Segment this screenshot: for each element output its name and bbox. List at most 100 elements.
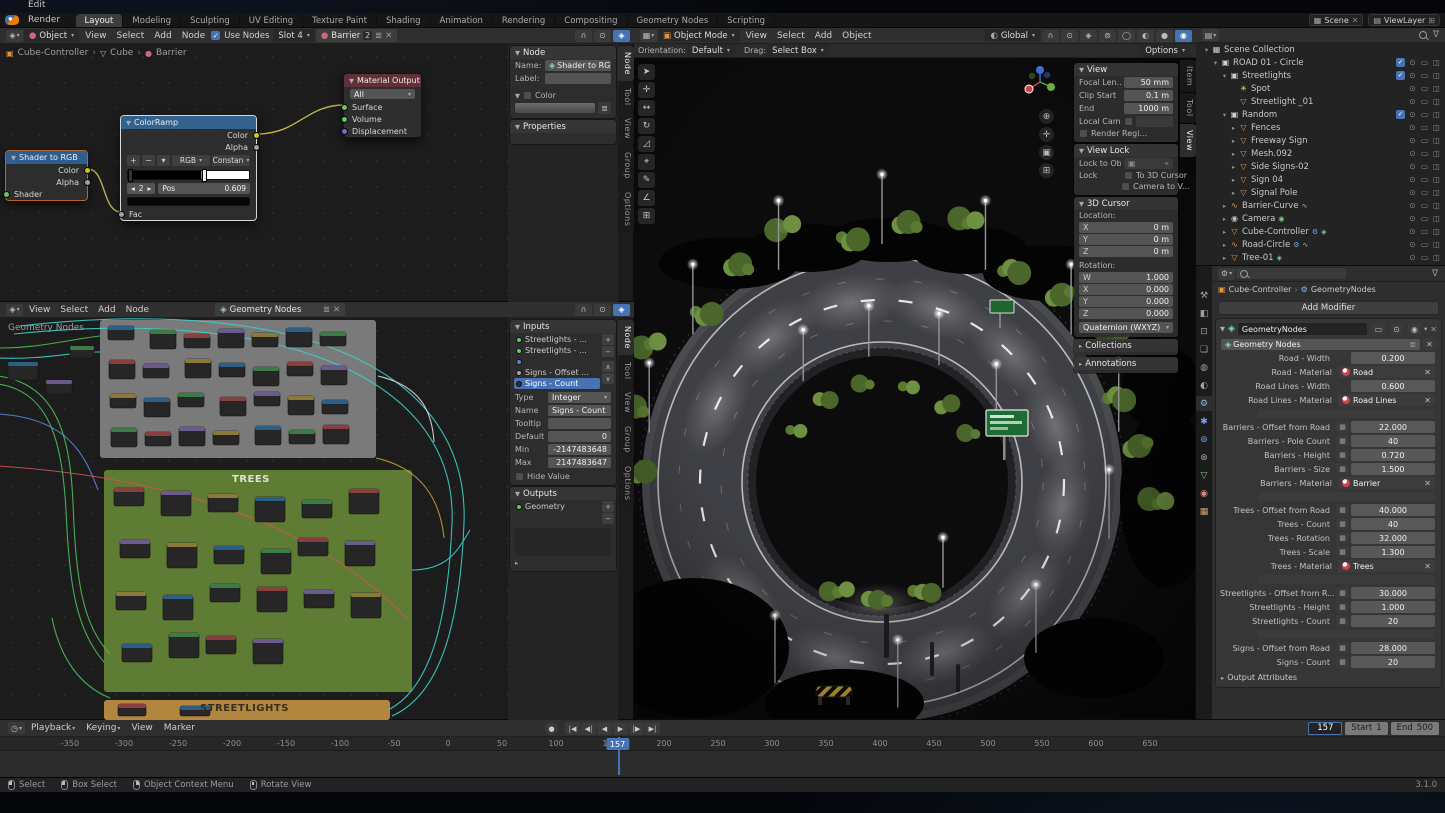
hide-eye-icon[interactable]: ⊙ xyxy=(1407,123,1418,132)
expander-icon[interactable]: ▸ xyxy=(1220,228,1229,236)
outliner-row[interactable]: ▾ ▣ Random ✓ ⊙ ▭ ◫ xyxy=(1196,108,1445,121)
socket-fac[interactable] xyxy=(118,211,125,218)
cursor-location-field[interactable]: Z0 m xyxy=(1079,246,1173,257)
lock-3d-cursor-checkbox[interactable] xyxy=(1124,171,1133,180)
input-attribute-toggle[interactable]: ▦ xyxy=(1336,532,1349,544)
properties-tab[interactable]: ❏ xyxy=(1196,342,1212,357)
hide-viewport-icon[interactable]: ▭ xyxy=(1419,240,1430,249)
value-slider[interactable]: 30.000 xyxy=(1351,587,1435,599)
next-keyframe-button[interactable]: |▶ xyxy=(629,722,644,735)
properties-search-field[interactable] xyxy=(1236,268,1346,279)
socket-color[interactable] xyxy=(253,132,260,139)
shading-solid-icon[interactable]: ◐ xyxy=(1137,30,1154,42)
workspace-tab[interactable]: Compositing xyxy=(555,14,627,28)
node-colorramp[interactable]: ▼ColorRamp Color Alpha + − ▾ RGB▾ Consta… xyxy=(120,115,257,221)
node-material-output[interactable]: ▼Material Output All▾ Surface Volume Dis… xyxy=(343,73,422,138)
move-input-up-button[interactable]: ∧ xyxy=(602,361,614,372)
input-name-field[interactable]: Signs - Count xyxy=(548,405,611,416)
edit-mode-toggle[interactable]: ▭ xyxy=(1372,323,1385,335)
workspace-tab[interactable]: Animation xyxy=(431,14,493,28)
realtime-toggle[interactable]: ⊙ xyxy=(1390,323,1403,335)
hide-eye-icon[interactable]: ⊙ xyxy=(1407,162,1418,171)
editor-type-icon[interactable]: ◷▾ xyxy=(8,722,25,734)
tool-button[interactable]: ↔ xyxy=(638,100,655,116)
marker-menu[interactable]: Marker xyxy=(159,723,200,733)
add-input-button[interactable]: + xyxy=(602,334,614,345)
hide-viewport-icon[interactable]: ▭ xyxy=(1419,84,1430,93)
hide-render-icon[interactable]: ◫ xyxy=(1431,201,1442,210)
hide-viewport-icon[interactable]: ▭ xyxy=(1419,110,1430,119)
tool-button[interactable]: ∠ xyxy=(638,190,655,206)
collection-checkbox[interactable]: ✓ xyxy=(1396,58,1405,67)
rotation-order-dropdown[interactable]: Quaternion (WXYZ)▾ xyxy=(1079,322,1173,333)
hide-viewport-icon[interactable]: ▭ xyxy=(1419,71,1430,80)
editor-type-icon[interactable]: ◈▾ xyxy=(6,304,23,316)
hide-viewport-icon[interactable]: ▭ xyxy=(1419,123,1430,132)
scene-selector[interactable]: ▦Scene✕ xyxy=(1309,14,1364,26)
transform-orientation-dropdown[interactable]: ◐Global▾ xyxy=(985,29,1040,42)
value-slider[interactable]: 20 xyxy=(1351,615,1435,627)
expander-icon[interactable]: ▸ xyxy=(1220,241,1229,249)
hide-eye-icon[interactable]: ⊙ xyxy=(1407,149,1418,158)
blender-logo-icon[interactable] xyxy=(5,15,19,25)
unlink-icon[interactable]: ✕ xyxy=(1424,368,1431,377)
hide-render-icon[interactable]: ◫ xyxy=(1431,84,1442,93)
filter-icon[interactable]: ∇ xyxy=(1432,269,1441,279)
render-toggle[interactable]: ◉ xyxy=(1408,323,1421,335)
sidebar-tab[interactable]: Item xyxy=(1180,60,1196,92)
value-slider[interactable]: 40 xyxy=(1351,518,1435,530)
lock-object-field[interactable]: ▣⌖ xyxy=(1124,158,1173,169)
expander-icon[interactable]: ▸ xyxy=(1229,176,1238,184)
expander-icon[interactable]: ▾ xyxy=(1202,46,1211,54)
shader-menu[interactable]: View xyxy=(80,31,111,41)
overlay-icon[interactable]: ⊙ xyxy=(594,304,611,316)
outliner-row[interactable]: ☀ Spot ✓ ⊙ ▭ ◫ xyxy=(1196,82,1445,95)
input-attribute-toggle[interactable]: ▦ xyxy=(1336,601,1349,613)
value-slider[interactable]: 1.500 xyxy=(1351,463,1435,475)
value-slider[interactable]: 1.000 xyxy=(1351,601,1435,613)
outliner-row[interactable]: ▸ ◉ Camera ◉ ✓ ⊙ ▭ ◫ xyxy=(1196,212,1445,225)
input-attribute-toggle[interactable]: ▦ xyxy=(1336,463,1349,475)
value-slider[interactable]: 0.720 xyxy=(1351,449,1435,461)
hide-render-icon[interactable]: ◫ xyxy=(1431,110,1442,119)
value-slider[interactable]: 28.000 xyxy=(1351,642,1435,654)
editor-type-icon[interactable]: ⚙▾ xyxy=(1218,268,1235,280)
hide-eye-icon[interactable]: ⊙ xyxy=(1407,227,1418,236)
ramp-handle[interactable] xyxy=(128,169,133,182)
geo-menu[interactable]: View xyxy=(24,305,55,315)
value-field[interactable]: 50 mm xyxy=(1124,77,1173,88)
hide-eye-icon[interactable]: ⊙ xyxy=(1407,253,1418,262)
input-socket-row[interactable]: Signs - Count xyxy=(514,378,600,389)
hide-viewport-icon[interactable]: ▭ xyxy=(1419,175,1430,184)
material-selector[interactable]: Barrier ✕ xyxy=(1338,477,1435,489)
overlay-icon[interactable]: ⊙ xyxy=(594,30,611,42)
perspective-toggle-icon[interactable]: ⊞ xyxy=(1039,163,1054,178)
outliner-row[interactable]: ▸ ▽ Side Signs-02 ✓ ⊙ ▭ ◫ xyxy=(1196,160,1445,173)
value-slider[interactable]: 40.000 xyxy=(1351,504,1435,516)
socket-displacement[interactable] xyxy=(341,128,348,135)
tool-button[interactable]: ✎ xyxy=(638,172,655,188)
properties-tab[interactable]: ▦ xyxy=(1196,504,1212,519)
expander-icon[interactable]: ▸ xyxy=(1229,150,1238,158)
input-min-field[interactable]: -2147483648 xyxy=(548,444,611,455)
sidebar-tab[interactable]: Node xyxy=(618,46,634,81)
current-frame-indicator[interactable]: 157 xyxy=(606,738,629,750)
input-socket-row[interactable]: Signs - Offset ... xyxy=(514,367,600,378)
slot-dropdown[interactable]: Slot 4▾ xyxy=(273,29,314,42)
input-tooltip-field[interactable] xyxy=(548,418,611,429)
hide-eye-icon[interactable]: ⊙ xyxy=(1407,201,1418,210)
snap-magnet-icon[interactable]: ∩ xyxy=(575,304,592,316)
value-slider[interactable]: 20 xyxy=(1351,656,1435,668)
unlink-icon[interactable]: ✕ xyxy=(1424,562,1431,571)
view-lock-panel-header[interactable]: ▼View Lock xyxy=(1074,144,1178,157)
input-type-dropdown[interactable]: Integer▾ xyxy=(548,392,611,403)
unlink-icon[interactable]: ✕ xyxy=(1424,479,1431,488)
sidebar-tab[interactable]: Node xyxy=(618,320,634,355)
mode-dropdown[interactable]: ▣Object Mode▾ xyxy=(658,29,740,42)
modifier-extras-icon[interactable]: ▾ xyxy=(1424,325,1427,333)
hide-viewport-icon[interactable]: ▭ xyxy=(1419,253,1430,262)
expander-icon[interactable]: ▸ xyxy=(1229,163,1238,171)
remove-input-button[interactable]: − xyxy=(602,346,614,357)
cursor-rotation-field[interactable]: Z0.000 xyxy=(1079,308,1173,319)
node-overlay-icon[interactable]: ◈ xyxy=(613,30,630,42)
